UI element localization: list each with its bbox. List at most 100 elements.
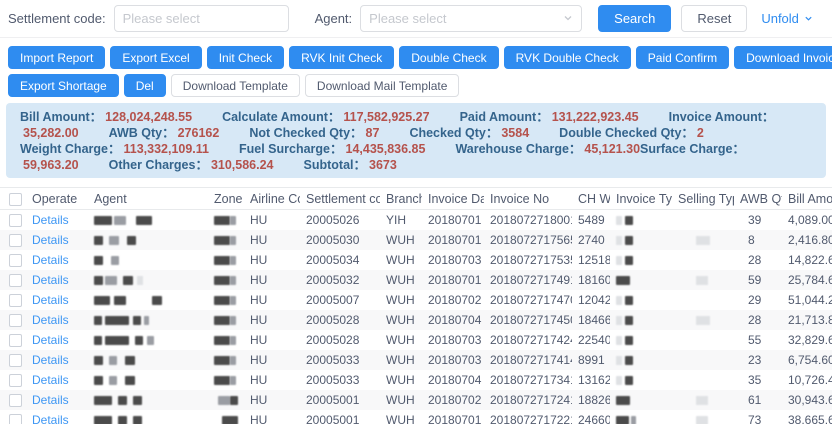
details-link[interactable]: Details (32, 253, 69, 267)
cell-zone (208, 210, 244, 230)
search-button[interactable]: Search (598, 5, 671, 32)
settlement-code-input[interactable] (114, 5, 289, 32)
redacted-text (111, 256, 119, 265)
cell-agent (88, 250, 208, 270)
details-link[interactable]: Details (32, 333, 69, 347)
redacted-text (616, 336, 622, 345)
toolbar-row: Export ShortageDelDownload TemplateDownl… (8, 74, 824, 97)
cell-airline-code: HU (244, 250, 300, 270)
cell-ch-wt: 24660 (572, 410, 610, 424)
init-check-button[interactable]: Init Check (207, 46, 284, 69)
cell-operate: Details (26, 390, 88, 410)
details-link[interactable]: Details (32, 353, 69, 367)
table-row: DetailsHU20005028WUH20180703201807271742… (0, 330, 832, 350)
cell-invoice-date: 20180702 (422, 290, 484, 310)
cell-selling-type (672, 270, 734, 290)
column-header-branch: Branch (380, 188, 422, 210)
cell-awb-qty: 55 (734, 330, 782, 350)
column-header-zone: Zone (208, 188, 244, 210)
download-mail-template-button[interactable]: Download Mail Template (305, 74, 460, 97)
reset-button[interactable]: Reset (681, 5, 747, 32)
redacted-text (114, 296, 126, 305)
details-link[interactable]: Details (32, 233, 69, 247)
cell-zone (208, 270, 244, 290)
rvk-double-check-button[interactable]: RVK Double Check (504, 46, 631, 69)
agent-select[interactable]: Please select (360, 5, 582, 32)
download-template-button[interactable]: Download Template (171, 74, 300, 97)
row-checkbox[interactable] (9, 374, 22, 387)
cell-ch-wt: 22540 (572, 330, 610, 350)
row-checkbox[interactable] (9, 294, 22, 307)
cell-agent (88, 350, 208, 370)
redacted-text (147, 336, 154, 345)
agent-label: Agent: (315, 11, 353, 26)
summary-label: Surface Charge： (640, 142, 745, 156)
column-header-invoice-type: Invoice Type (610, 188, 672, 210)
summary-item-warehouse-charge: Warehouse Charge：45,121.30 (455, 142, 640, 156)
paid-confirm-button[interactable]: Paid Confirm (636, 46, 729, 69)
cell-ch-wt: 13162 (572, 370, 610, 390)
redacted-text (133, 316, 141, 325)
redacted-text (94, 336, 102, 345)
download-invoice-excel-button[interactable]: Download Invoice Excel (734, 46, 832, 69)
details-link[interactable]: Details (32, 273, 69, 287)
summary-value: 117,582,925.27 (343, 110, 429, 124)
redacted-text (616, 256, 622, 265)
redacted-text (230, 216, 236, 225)
details-link[interactable]: Details (32, 313, 69, 327)
details-link[interactable]: Details (32, 413, 69, 424)
cell-awb-qty: 8 (734, 230, 782, 250)
toolbar-row: Import ReportExport Excel Init CheckRVK I… (8, 46, 824, 69)
double-check-button[interactable]: Double Check (399, 46, 498, 69)
details-link[interactable]: Details (32, 373, 69, 387)
column-header-settlement-code: Settlement code (300, 188, 380, 210)
invoice-table-wrap: OperateAgentZoneAirline CodSettlement co… (0, 187, 832, 424)
row-checkbox[interactable] (9, 394, 22, 407)
chevron-down-icon (563, 11, 573, 26)
redacted-text (625, 376, 633, 385)
redacted-text (696, 416, 708, 424)
summary-group: Weight Charge：113,332,109.11Fuel Surchar… (20, 141, 812, 173)
redacted-text (625, 356, 633, 365)
summary-value: 3584 (501, 126, 529, 140)
cell-zone (208, 250, 244, 270)
redacted-text (230, 396, 238, 405)
redacted-text (133, 416, 142, 424)
cell-settlement-code: 20005034 (300, 250, 380, 270)
unfold-link[interactable]: Unfold (761, 11, 813, 26)
cell-selling-type (672, 330, 734, 350)
export-shortage-button[interactable]: Export Shortage (8, 74, 119, 97)
row-checkbox[interactable] (9, 214, 22, 227)
cell-invoice-date: 20180701 (422, 210, 484, 230)
export-excel-button[interactable]: Export Excel (110, 46, 201, 69)
row-checkbox[interactable] (9, 414, 22, 424)
row-checkbox[interactable] (9, 334, 22, 347)
cell-awb-qty: 28 (734, 250, 782, 270)
redacted-text (125, 356, 135, 365)
redacted-text (616, 316, 622, 325)
row-checkbox[interactable] (9, 314, 22, 327)
cell-select (0, 230, 26, 250)
summary-label: Warehouse Charge： (455, 142, 581, 156)
redacted-text (118, 396, 127, 405)
del-button[interactable]: Del (124, 74, 166, 97)
details-link[interactable]: Details (32, 293, 69, 307)
rvk-init-check-button[interactable]: RVK Init Check (289, 46, 394, 69)
details-link[interactable]: Details (32, 393, 69, 407)
cell-invoice-no: 20180727180019 (484, 210, 572, 230)
summary-label: Paid Amount： (460, 110, 549, 124)
row-checkbox[interactable] (9, 254, 22, 267)
cell-invoice-type (610, 310, 672, 330)
cell-invoice-no: 20180727175355 (484, 250, 572, 270)
row-checkbox[interactable] (9, 234, 22, 247)
import-report-button[interactable]: Import Report (8, 46, 105, 69)
redacted-text (109, 236, 119, 245)
details-link[interactable]: Details (32, 213, 69, 227)
row-checkbox[interactable] (9, 354, 22, 367)
cell-branch: WUH (380, 370, 422, 390)
cell-airline-code: HU (244, 290, 300, 310)
cell-selling-type (672, 350, 734, 370)
redacted-text (94, 216, 112, 225)
row-checkbox[interactable] (9, 274, 22, 287)
select-all-checkbox[interactable] (9, 193, 22, 206)
